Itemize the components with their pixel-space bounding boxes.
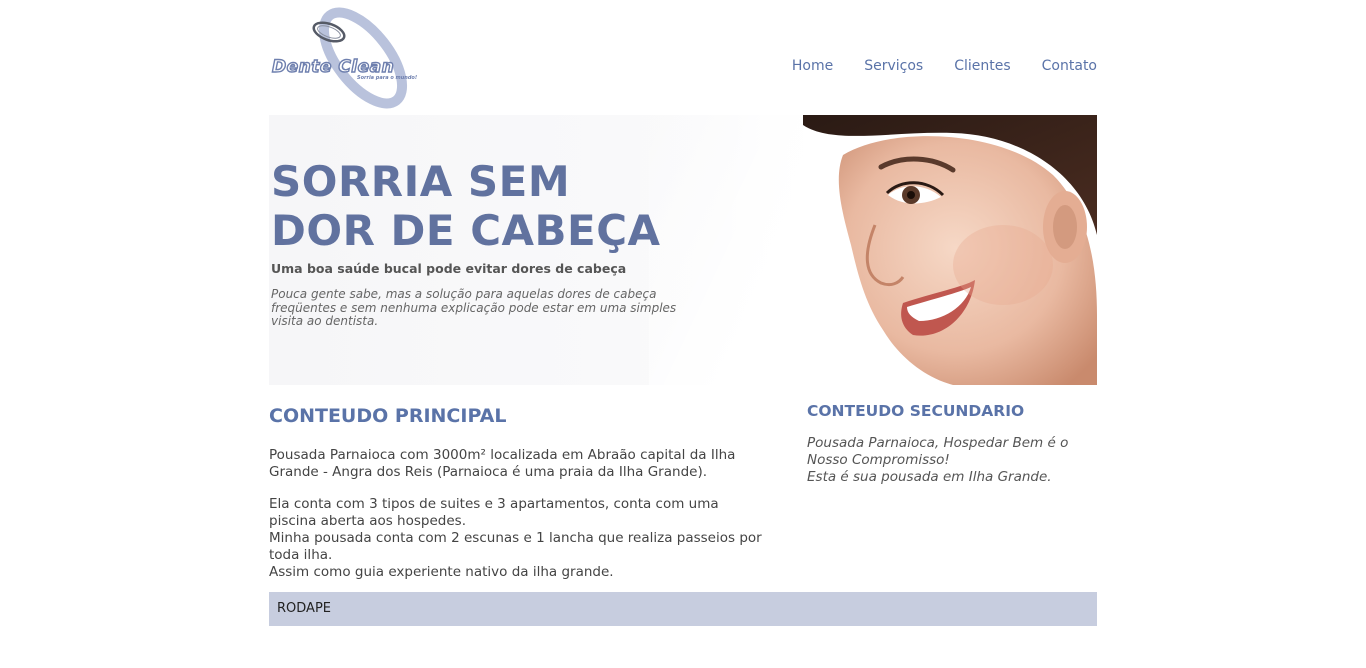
main-line-3: Minha pousada conta com 2 escunas e 1 la… — [269, 530, 762, 563]
side-line-2: Esta é sua pousada em Ilha Grande. — [807, 469, 1052, 485]
logo-tagline: Sorria para o mundo! — [357, 75, 417, 81]
page-wrapper: Dente Clean Sorria para o mundo! Home Se… — [269, 0, 1097, 668]
banner-description: Pouca gente sabe, mas a solução para aqu… — [271, 287, 677, 328]
banner-subtitle: Uma boa saúde bucal pode evitar dores de… — [271, 261, 627, 276]
secondary-content: CONTEUDO SECUNDARIO Pousada Parnaioca, H… — [807, 400, 1099, 486]
banner-headline: SORRIA SEM DOR DE CABEÇA — [271, 157, 661, 255]
nav-servicos[interactable]: Serviços — [864, 57, 923, 75]
banner-headline-line1: SORRIA SEM — [271, 157, 571, 206]
logo-graphic: Dente Clean Sorria para o mundo! — [271, 7, 417, 109]
nav-home[interactable]: Home — [792, 57, 833, 75]
nav-clientes[interactable]: Clientes — [954, 57, 1010, 75]
main-nav: Home Serviços Clientes Contato — [792, 57, 1097, 75]
main-line-4: Assim como guia experiente nativo da ilh… — [269, 564, 614, 580]
side-title: CONTEUDO SECUNDARIO — [807, 402, 1025, 420]
main-paragraph-1: Pousada Parnaioca com 3000m² localizada … — [269, 447, 736, 480]
footer: RODAPE — [269, 592, 1097, 626]
side-text: Pousada Parnaioca, Hospedar Bem é o Noss… — [807, 435, 1099, 486]
nav-contato[interactable]: Contato — [1042, 57, 1097, 75]
banner-headline-line2: DOR DE CABEÇA — [271, 206, 661, 255]
main-content: CONTEUDO PRINCIPAL Pousada Parnaioca com… — [269, 402, 769, 596]
site-logo[interactable]: Dente Clean Sorria para o mundo! — [269, 6, 429, 112]
main-paragraph-2: Ela conta com 3 tipos de suites e 3 apar… — [269, 496, 769, 581]
smiling-woman-image — [803, 115, 1097, 385]
logo-text: Dente Clean — [272, 57, 394, 77]
footer-label: RODAPE — [277, 601, 331, 616]
side-line-1: Pousada Parnaioca, Hospedar Bem é o Noss… — [807, 435, 1069, 468]
hero-banner: SORRIA SEM DOR DE CABEÇA Uma boa saúde bu… — [269, 115, 1097, 385]
main-title: CONTEUDO PRINCIPAL — [269, 405, 507, 427]
banner-fade — [649, 115, 809, 385]
main-line-2: Ela conta com 3 tipos de suites e 3 apar… — [269, 496, 719, 529]
